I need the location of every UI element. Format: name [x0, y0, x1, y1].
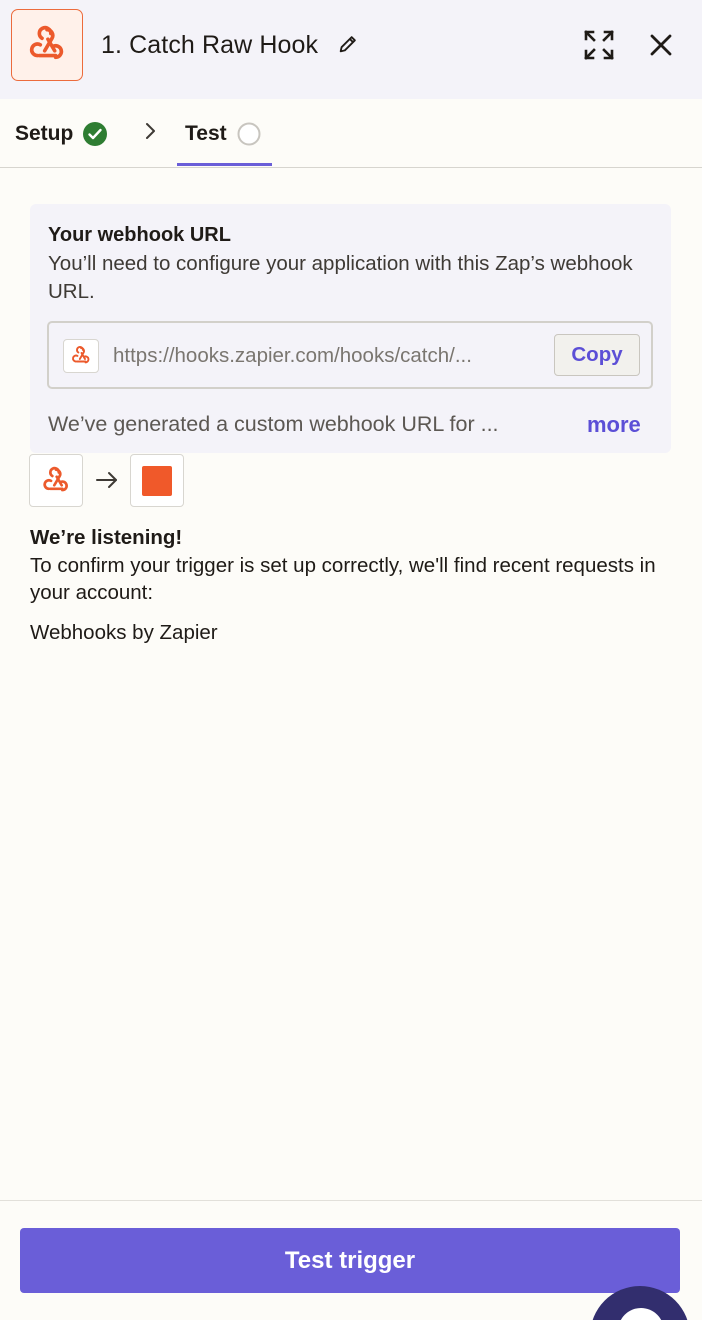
panel-header: 1. Catch Raw Hook	[0, 0, 702, 99]
step-name: Catch Raw Hook	[129, 31, 319, 59]
check-circle-icon	[83, 122, 108, 146]
zapier-square-icon	[142, 465, 172, 496]
tab-setup-label: Setup	[15, 122, 74, 145]
tab-test[interactable]: Test	[177, 121, 269, 147]
expand-icon[interactable]	[583, 29, 615, 61]
webhook-note: We’ve generated a custom webhook URL for…	[48, 412, 499, 436]
step-panel: 1. Catch Raw Hook Setup Test Your webhoo…	[0, 0, 702, 1320]
webhook-card-title: Your webhook URL	[48, 224, 231, 246]
webhook-app-icon	[11, 9, 83, 81]
webhook-url-card: Your webhook URL You’ll need to configur…	[30, 204, 671, 453]
step-tabs: Setup Test	[0, 99, 702, 168]
arrow-right-icon	[96, 472, 117, 488]
webhook-url-field[interactable]: https://hooks.zapier.com/hooks/catch/...…	[47, 321, 653, 389]
listening-description: To confirm your trigger is set up correc…	[30, 554, 656, 604]
pencil-icon[interactable]	[337, 33, 359, 55]
tab-setup[interactable]: Setup	[15, 121, 108, 147]
close-icon[interactable]	[648, 32, 674, 58]
active-tab-indicator	[177, 163, 272, 166]
step-title[interactable]: 1. Catch Raw Hook	[101, 29, 318, 61]
test-trigger-button[interactable]: Test trigger	[20, 1228, 680, 1293]
webhook-card-description: You’ll need to configure your applicatio…	[48, 252, 633, 303]
source-app-icon	[29, 454, 83, 507]
listening-app-name: Webhooks by Zapier	[30, 621, 218, 644]
listening-title: We’re listening!	[30, 526, 183, 549]
destination-app-icon	[130, 454, 184, 507]
chevron-right-icon	[146, 123, 155, 139]
webhook-icon	[43, 466, 68, 491]
webhook-url-text[interactable]: https://hooks.zapier.com/hooks/catch/...	[113, 344, 545, 368]
tab-test-label: Test	[185, 122, 227, 145]
panel-footer: Test trigger	[0, 1200, 702, 1320]
more-link[interactable]: more	[587, 412, 641, 438]
step-number: 1.	[101, 31, 123, 59]
empty-circle-icon	[237, 122, 261, 146]
webhook-icon	[63, 339, 99, 373]
chat-icon	[618, 1308, 664, 1320]
copy-button[interactable]: Copy	[554, 334, 640, 376]
